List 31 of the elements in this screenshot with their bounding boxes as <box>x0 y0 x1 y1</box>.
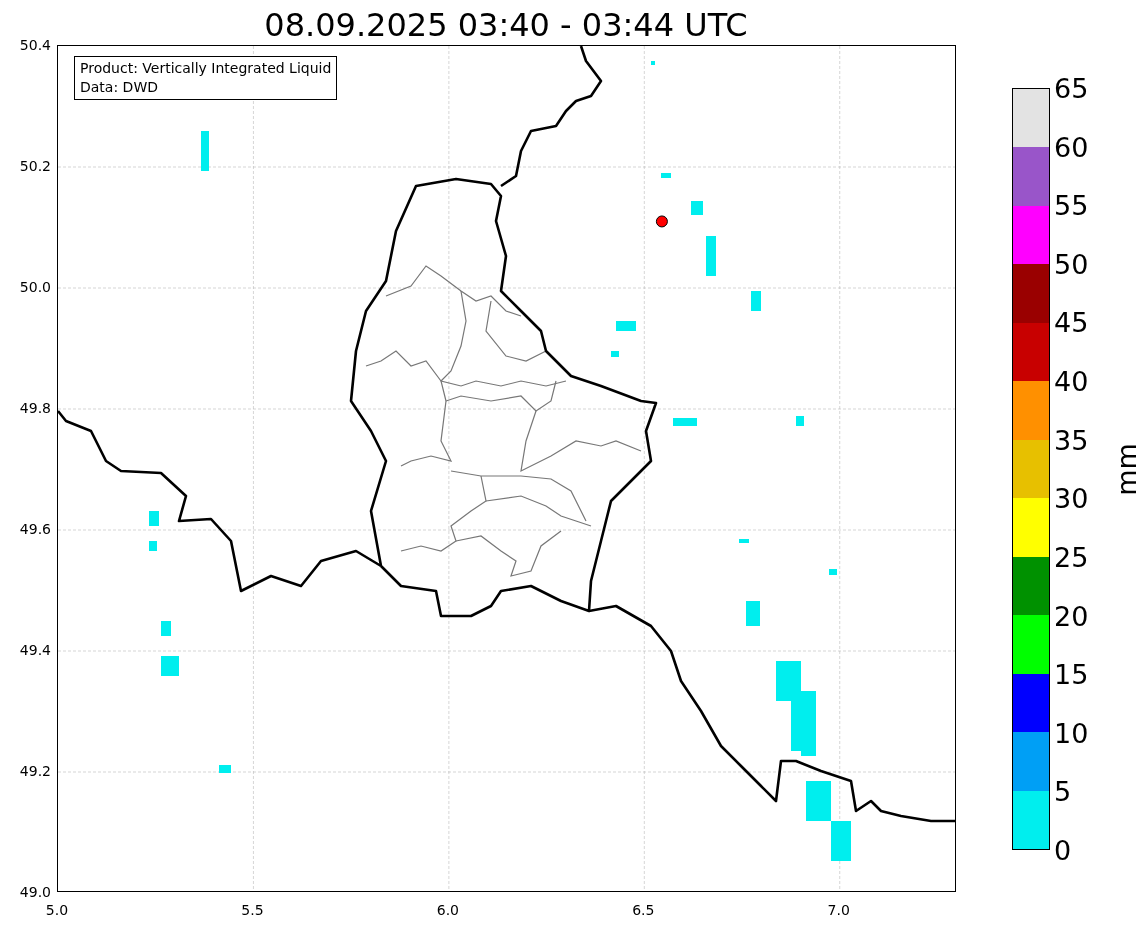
y-tick-label: 49.4 <box>19 642 51 658</box>
colorbar-tick-label: 65 <box>1054 72 1089 104</box>
x-tick-label: 5.5 <box>241 902 264 918</box>
colorbar-tick-label: 10 <box>1054 717 1089 749</box>
colorbar-tick-label: 60 <box>1054 131 1089 163</box>
x-tick-label: 6.5 <box>632 902 655 918</box>
colorbar-tick-label: 50 <box>1054 248 1089 280</box>
y-tick-label: 50.4 <box>19 37 51 53</box>
colorbar-tick-label: 15 <box>1054 658 1089 690</box>
y-tick-label: 49.2 <box>19 763 51 779</box>
colorbar-unit-label: mm <box>1110 442 1138 496</box>
legend-text: Data: DWD <box>80 78 159 97</box>
y-tick-label: 49.0 <box>19 884 51 900</box>
legend-text: Product: Vertically Integrated Liquid <box>80 59 332 78</box>
colorbar-tick-label: 40 <box>1054 365 1089 397</box>
x-tick-label: 6.0 <box>436 902 459 918</box>
location-marker <box>655 215 668 228</box>
colorbar-tick-label: 35 <box>1054 424 1089 456</box>
colorbar-tick-label: 5 <box>1054 775 1072 807</box>
y-tick-label: 49.8 <box>19 400 51 416</box>
y-tick-label: 50.2 <box>19 158 51 174</box>
colorbar-tick-label: 0 <box>1054 834 1072 866</box>
y-tick-label: 50.0 <box>19 279 51 295</box>
colorbar-tick-label: 45 <box>1054 306 1089 338</box>
x-tick-label: 5.0 <box>45 902 69 918</box>
colorbar-tick-label: 25 <box>1054 541 1089 573</box>
colorbar-tick-label: 30 <box>1054 482 1089 514</box>
y-tick-label: 49.6 <box>19 521 51 537</box>
x-tick-label: 7.0 <box>827 902 850 918</box>
colorbar-tick-label: 20 <box>1054 600 1089 632</box>
colorbar-tick-label: 55 <box>1054 189 1089 221</box>
